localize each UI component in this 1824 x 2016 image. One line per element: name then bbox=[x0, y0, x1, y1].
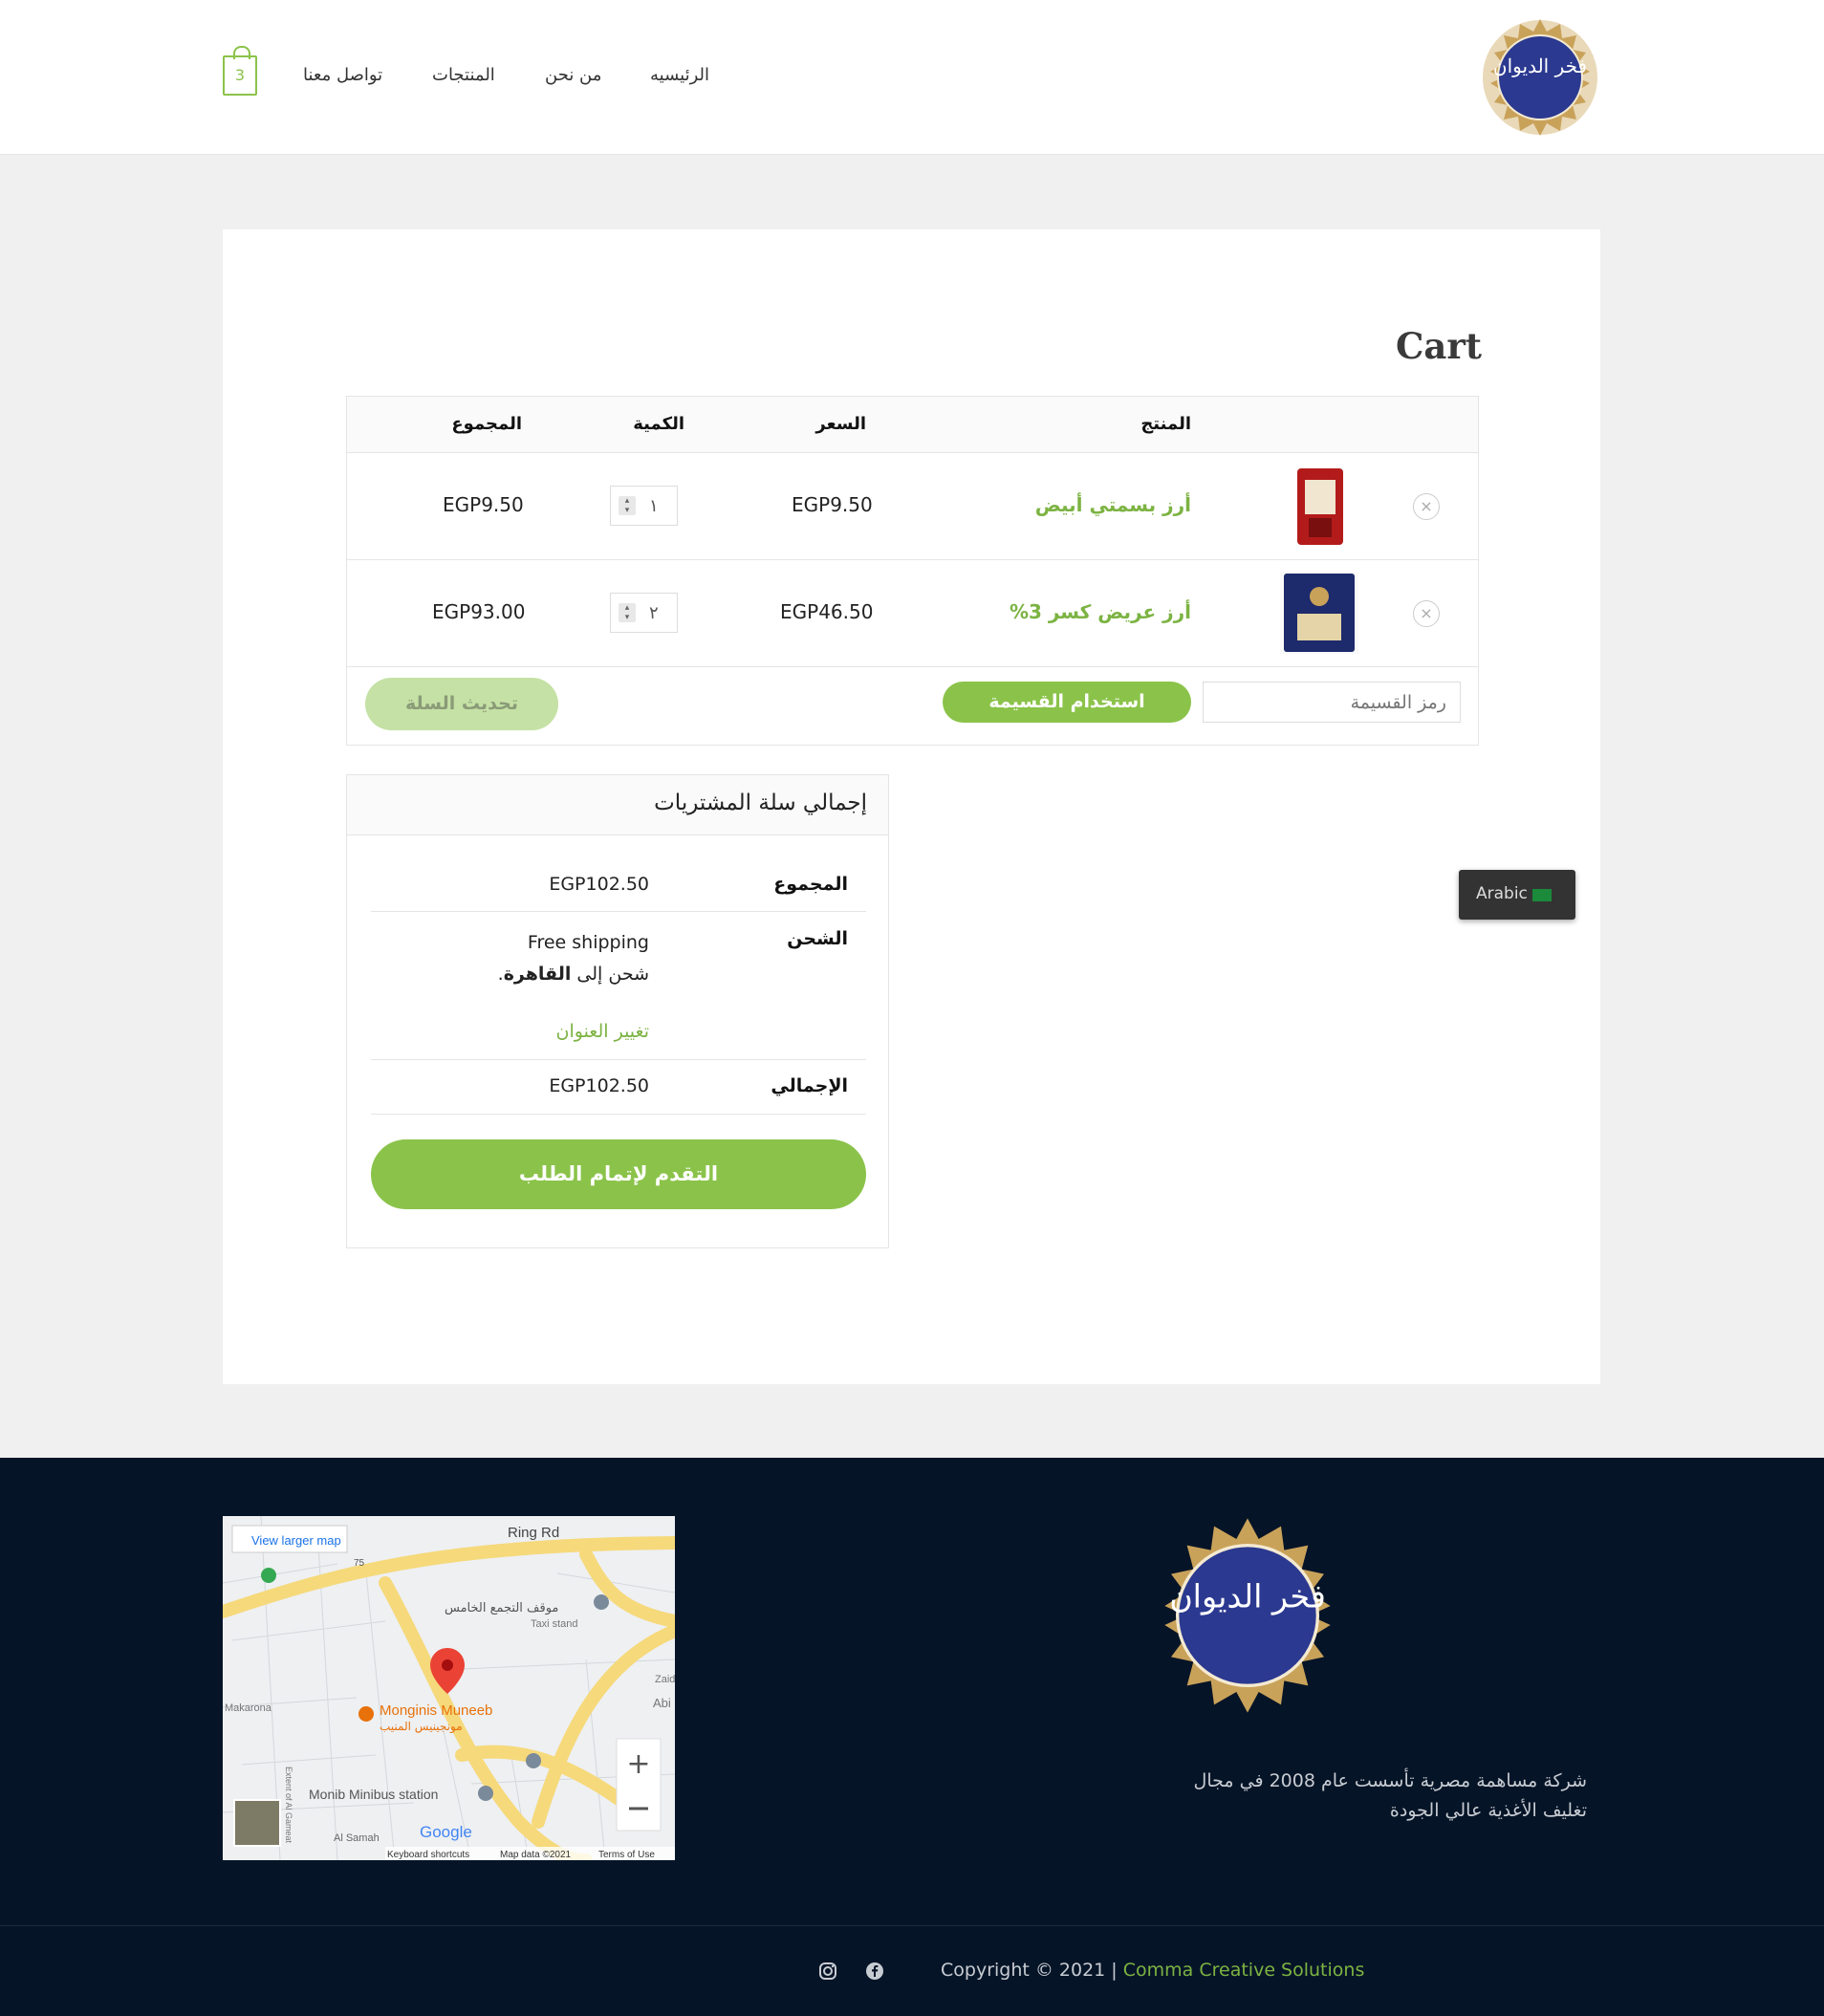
map-label-ring-rd: Ring Rd bbox=[508, 1525, 559, 1541]
copyright-text: Copyright © 2021 | bbox=[941, 1960, 1123, 1981]
map-label-taxi-en: Taxi stand bbox=[531, 1618, 578, 1630]
product-price: EGP46.50 bbox=[780, 600, 874, 623]
table-header: المنتج السعر الكمية المجموع bbox=[347, 397, 1478, 453]
shipping-method: Free shipping bbox=[527, 932, 649, 953]
product-name-link[interactable]: أرز بسمتي أبيض bbox=[1035, 493, 1191, 516]
product-thumbnail[interactable] bbox=[1280, 466, 1358, 549]
header-price: السعر bbox=[815, 414, 866, 434]
quantity-stepper[interactable]: ▴ ▾ ١ bbox=[610, 486, 678, 526]
product-subtotal: EGP9.50 bbox=[443, 493, 524, 516]
instagram-icon[interactable] bbox=[818, 1962, 837, 1981]
map-keyboard-shortcuts: Keyboard shortcuts bbox=[387, 1850, 469, 1860]
header-product: المنتج bbox=[1140, 414, 1191, 434]
shipping-city: القاهرة bbox=[503, 964, 572, 985]
quantity-value: ٢ bbox=[649, 603, 659, 623]
remove-item-button[interactable]: × bbox=[1413, 600, 1440, 627]
footer-logo: فخر الديوان bbox=[1147, 1515, 1348, 1716]
language-switcher[interactable]: Arabic bbox=[1459, 870, 1575, 920]
copyright: Copyright © 2021 | Comma Creative Soluti… bbox=[941, 1960, 1364, 1981]
map-label-taxi-ar: موقف التجمع الخامس bbox=[445, 1601, 558, 1615]
change-address-link[interactable]: تغيير العنوان bbox=[556, 1021, 649, 1042]
map-label-minibus: Monib Minibus station bbox=[309, 1787, 438, 1802]
view-larger-map-link: View larger map bbox=[251, 1533, 341, 1548]
divider bbox=[371, 1114, 866, 1115]
footer-description: شركة مساهمة مصرية تأسست عام 2008 في مجال… bbox=[1193, 1770, 1587, 1821]
checkout-button[interactable]: التقدم لإتمام الطلب bbox=[371, 1139, 866, 1209]
product-name-link[interactable]: أرز عريض كسر 3% bbox=[1010, 600, 1191, 623]
page-title: Cart bbox=[1395, 325, 1482, 367]
cart-totals: إجمالي سلة المشتريات المجموع EGP102.50 ا… bbox=[346, 774, 889, 1248]
logo-lettering: فخر الديوان bbox=[1493, 54, 1587, 77]
apply-coupon-button[interactable]: استخدام القسيمة bbox=[943, 682, 1191, 723]
header-subtotal: المجموع bbox=[451, 414, 522, 434]
site-header: 3 تواصل معنا المنتجات من نحن الرئيسيه فخ… bbox=[0, 0, 1824, 155]
nav-about[interactable]: من نحن bbox=[545, 65, 601, 85]
product-price: EGP9.50 bbox=[792, 493, 873, 516]
totals-header: إجمالي سلة المشتريات bbox=[347, 775, 888, 835]
map-label-route-75: 75 bbox=[354, 1558, 365, 1569]
subtotal-label: المجموع bbox=[773, 874, 848, 895]
totals-title: إجمالي سلة المشتريات bbox=[654, 791, 867, 815]
map-label-monginis-ar: مونجينيس المنيب bbox=[380, 1720, 463, 1734]
table-row: × أرز عريض كسر 3% EGP46.50 ▴ ▾ ٢ EGP93.00 bbox=[347, 560, 1478, 667]
nav-contact[interactable]: تواصل معنا bbox=[303, 65, 382, 85]
map-terms-link: Terms of Use bbox=[598, 1850, 655, 1860]
svg-text:+: + bbox=[626, 1747, 650, 1781]
coupon-input[interactable] bbox=[1203, 682, 1461, 723]
cart-table: المنتج السعر الكمية المجموع × أرز بسمتي … bbox=[346, 396, 1479, 746]
product-subtotal: EGP93.00 bbox=[432, 600, 526, 623]
stepper-arrows-icon[interactable]: ▴ ▾ bbox=[619, 496, 636, 515]
saudi-flag-icon bbox=[1532, 889, 1552, 901]
divider bbox=[371, 911, 866, 912]
map-data-credit: Map data ©2021 bbox=[500, 1850, 572, 1860]
google-map[interactable]: View larger map Ring Rd موقف التجمع الخا… bbox=[223, 1516, 675, 1860]
shipping-label: الشحن bbox=[787, 928, 848, 949]
map-label-al-samah: Al Samah bbox=[334, 1832, 380, 1844]
cart-count: 3 bbox=[234, 66, 246, 84]
footer-divider bbox=[0, 1925, 1824, 1926]
total-label: الإجمالي bbox=[771, 1075, 848, 1096]
footer-logo-lettering: فخر الديوان bbox=[1169, 1578, 1326, 1616]
shipping-destination: شحن إلى القاهرة. bbox=[497, 964, 649, 985]
cart-actions: استخدام القسيمة تحديث السلة bbox=[347, 668, 1478, 747]
map-label-makarona: Makarona bbox=[225, 1702, 272, 1714]
nav-home[interactable]: الرئيسيه bbox=[650, 65, 709, 85]
shipping-to-prefix: شحن إلى bbox=[576, 964, 649, 985]
quantity-value: ١ bbox=[649, 496, 659, 516]
table-row: × أرز بسمتي أبيض EGP9.50 ▴ ▾ ١ EGP9.50 bbox=[347, 453, 1478, 560]
product-thumbnail[interactable] bbox=[1280, 572, 1358, 654]
map-label-extent: Extent of Al Gameat bbox=[284, 1767, 293, 1844]
quantity-stepper[interactable]: ▴ ▾ ٢ bbox=[610, 593, 678, 633]
nav-products[interactable]: المنتجات bbox=[432, 65, 495, 85]
remove-item-button[interactable]: × bbox=[1413, 493, 1440, 520]
map-label-zaid: Zaid bbox=[655, 1674, 675, 1685]
map-label-monginis: Monginis Muneeb bbox=[380, 1702, 492, 1719]
agency-link[interactable]: Comma Creative Solutions bbox=[1123, 1960, 1365, 1981]
update-cart-button[interactable]: تحديث السلة bbox=[365, 678, 558, 730]
facebook-icon[interactable] bbox=[865, 1962, 884, 1981]
google-logo: Google bbox=[420, 1823, 472, 1841]
stepper-arrows-icon[interactable]: ▴ ▾ bbox=[619, 603, 636, 622]
language-label: Arabic bbox=[1476, 884, 1528, 903]
map-label-abi: Abi bbox=[653, 1696, 671, 1710]
divider bbox=[371, 1059, 866, 1060]
site-logo[interactable]: فخر الديوان bbox=[1480, 17, 1600, 138]
total-value: EGP102.50 bbox=[549, 1075, 649, 1096]
cart-bag-icon[interactable]: 3 bbox=[223, 46, 257, 96]
header-quantity: الكمية bbox=[633, 414, 684, 434]
subtotal-value: EGP102.50 bbox=[549, 874, 649, 895]
